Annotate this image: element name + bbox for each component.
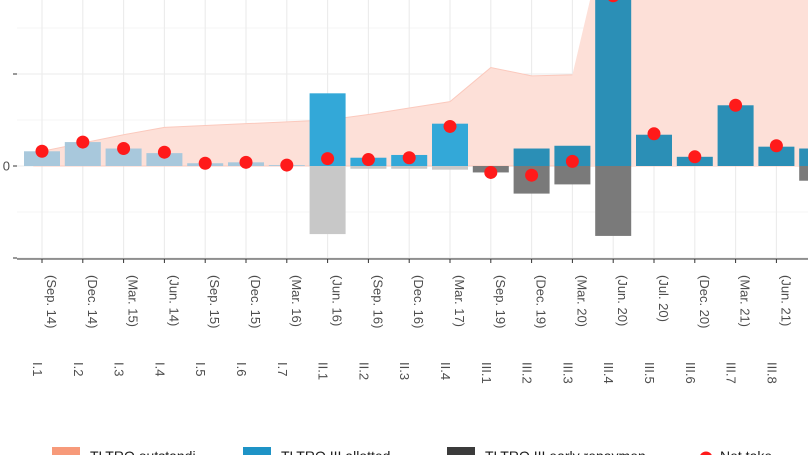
x-tick-label-id: I.7 <box>275 362 290 376</box>
bar-allotted <box>717 105 754 166</box>
dot-net-take-up <box>76 135 90 149</box>
x-tick-label-date: (Dec. 20) <box>697 275 712 328</box>
legend-item: Net take <box>700 448 772 455</box>
bar-allotted <box>513 148 550 166</box>
x-tick-label-id: III.6 <box>683 362 698 384</box>
x-tick-label-date: (Jun. 20) <box>615 275 630 326</box>
dot-net-take-up <box>525 168 539 182</box>
x-tick-label-date: (Sep. 19) <box>493 275 508 328</box>
bar-allotted <box>799 148 808 166</box>
legend-item: TLTRO III allotted <box>243 447 390 455</box>
x-tick-label-id: II.2 <box>356 362 371 380</box>
dot-net-take-up <box>361 153 375 167</box>
legend-label: TLTRO III allotted <box>281 448 390 455</box>
x-tick-label-id: III.5 <box>642 362 657 384</box>
dot-net-take-up <box>280 158 294 172</box>
legend-dot <box>700 451 712 455</box>
dot-net-take-up <box>565 154 579 168</box>
x-tick-label-id: III.7 <box>724 362 739 384</box>
x-tick-label-date: (Mar. 16) <box>289 275 304 327</box>
dot-net-take-up <box>35 144 49 158</box>
dot-net-take-up <box>402 151 416 165</box>
x-tick-label-id: II.3 <box>397 362 412 380</box>
bar-repayment <box>799 166 808 181</box>
x-tick-label-date: (Jun. 16) <box>330 275 345 326</box>
bar-repayment <box>432 166 468 170</box>
legend-label: TLTRO III early repaymen <box>485 448 646 455</box>
x-tick-label-date: (Sep. 16) <box>370 275 385 328</box>
x-tick-label-id: I.6 <box>234 362 249 376</box>
x-tick-label-id: II.1 <box>316 362 331 380</box>
x-tick-label-id: I.3 <box>112 362 127 376</box>
x-tick-label-id: III.3 <box>560 362 575 384</box>
dot-net-take-up <box>484 165 498 179</box>
x-tick-label-date: (Jul. 20) <box>656 275 671 322</box>
x-tick-label-date: (Sep. 15) <box>207 275 222 328</box>
x-tick-label-id: III.4 <box>601 362 616 384</box>
legend-item: TLTRO III early repaymen <box>447 447 646 455</box>
bar-repayment <box>350 166 387 169</box>
legend-label: TLTRO outstandi <box>90 448 196 455</box>
chart: 0 (Sep. 14) I.1 (Dec. 14) I.2 (Mar. 15) I.3 (J… <box>3 0 808 455</box>
legend-swatch <box>52 447 80 455</box>
dot-net-take-up <box>198 156 212 170</box>
x-tick-label-date: (Dec. 16) <box>411 275 426 328</box>
x-tick-label-id: I.5 <box>193 362 208 376</box>
x-tick-label-date: (Jun. 14) <box>166 275 181 326</box>
dot-net-take-up <box>117 142 131 156</box>
bar-repayment <box>391 166 428 169</box>
x-tick-label-date: (Sep. 14) <box>44 275 59 328</box>
legend: TLTRO outstandi TLTRO III allotted TLTRO I… <box>52 447 772 455</box>
x-tick-label-date: (Dec. 15) <box>248 275 263 328</box>
bar-allotted <box>595 0 632 166</box>
dot-net-take-up <box>321 152 335 166</box>
dot-net-take-up <box>729 98 743 112</box>
x-tick-label-date: (Mar. 17) <box>452 275 467 327</box>
x-tick-label-date: (Dec. 19) <box>534 275 549 328</box>
legend-swatch <box>243 447 271 455</box>
dot-net-take-up <box>769 139 783 153</box>
x-tick-label-id: III.2 <box>520 362 535 384</box>
x-tick-label-date: (Mar. 15) <box>126 275 141 327</box>
bar-repayment <box>309 166 346 235</box>
x-tick-label-date: (Mar. 21) <box>738 275 753 327</box>
dot-net-take-up <box>157 145 171 159</box>
x-tick-label-date: (Dec. 14) <box>85 275 100 328</box>
bar-repayment <box>554 166 591 185</box>
x-tick-labels: (Sep. 14) I.1 (Dec. 14) I.2 (Mar. 15) I.3 (Jun… <box>30 275 793 384</box>
dot-net-take-up <box>239 155 253 169</box>
x-tick-label-id: III.1 <box>479 362 494 384</box>
dot-net-take-up <box>647 127 661 141</box>
x-tick-label-id: I.2 <box>71 362 86 376</box>
x-tick-label-id: I.1 <box>30 362 45 376</box>
legend-label: Net take <box>720 448 772 455</box>
bar-repayment <box>595 166 632 236</box>
legend-item: TLTRO outstandi <box>52 447 196 455</box>
outstanding-area <box>33 0 808 167</box>
y-tick-label: 0 <box>3 159 10 174</box>
dot-net-take-up <box>688 150 702 164</box>
legend-swatch <box>447 447 475 455</box>
x-tick-label-date: (Jun. 21) <box>778 275 793 326</box>
x-tick-label-date: (Mar. 20) <box>574 275 589 327</box>
x-tick-label-id: II.4 <box>438 362 453 380</box>
x-tick-label-id: III.8 <box>764 362 779 384</box>
x-tick-label-id: I.4 <box>152 362 167 376</box>
dot-net-take-up <box>443 119 457 133</box>
